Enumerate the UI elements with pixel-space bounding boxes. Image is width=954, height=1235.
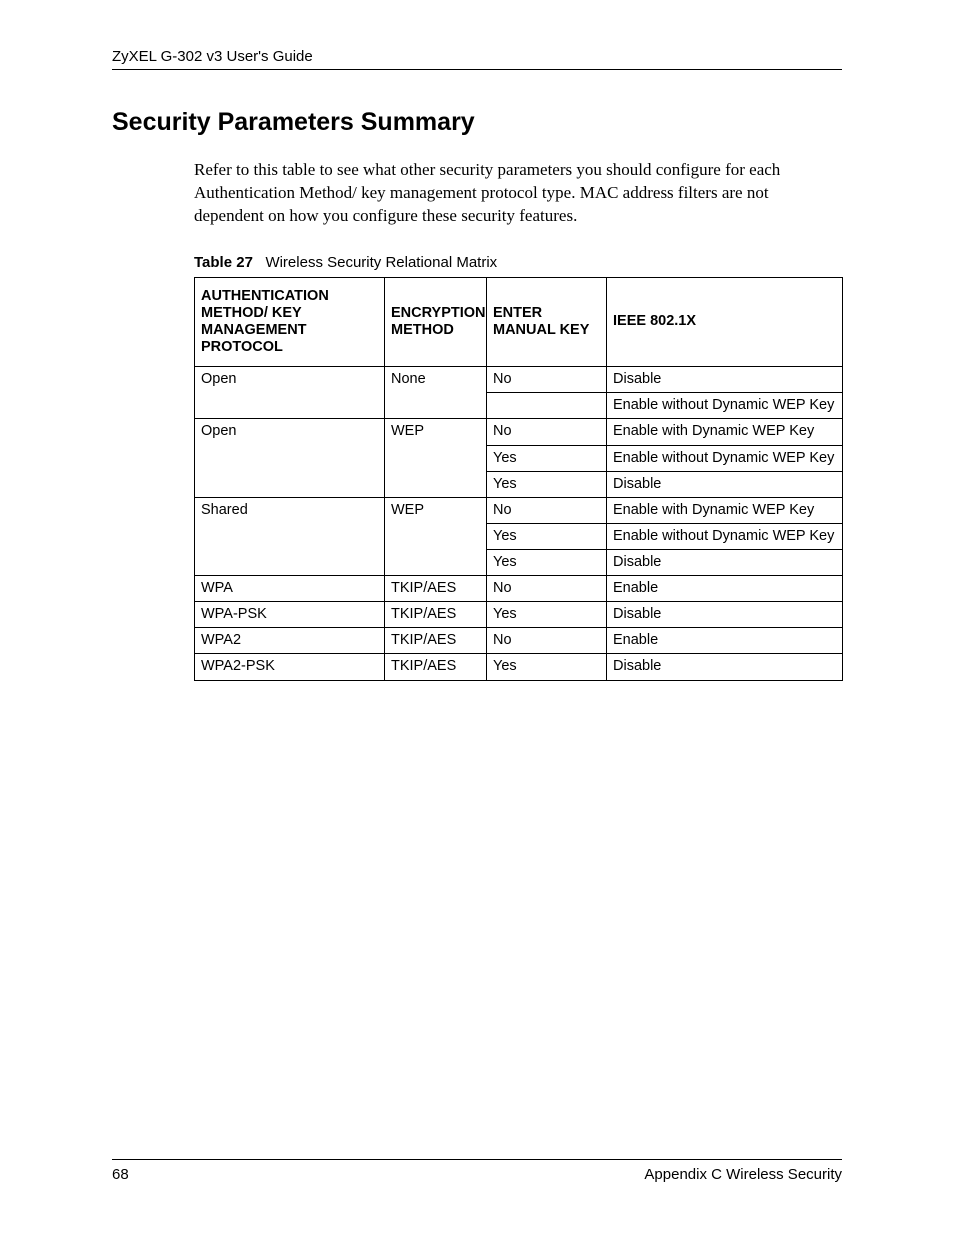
table-row: OpenNoneNoDisable — [195, 367, 843, 393]
th-ieee: IEEE 802.1X — [607, 277, 843, 366]
cell-ieee: Disable — [607, 367, 843, 393]
cell-ieee: Disable — [607, 654, 843, 680]
guide-title: ZyXEL G-302 v3 User's Guide — [112, 48, 313, 65]
cell-manual: Yes — [487, 523, 607, 549]
appendix-label: Appendix C Wireless Security — [644, 1166, 842, 1183]
cell-auth: Open — [195, 419, 385, 497]
table-row: WPA2-PSKTKIP/AESYesDisable — [195, 654, 843, 680]
cell-enc: TKIP/AES — [385, 576, 487, 602]
cell-enc: TKIP/AES — [385, 628, 487, 654]
cell-manual: Yes — [487, 550, 607, 576]
cell-ieee: Enable — [607, 576, 843, 602]
th-enc: ENCRYPTION METHOD — [385, 277, 487, 366]
cell-ieee: Disable — [607, 550, 843, 576]
cell-enc: TKIP/AES — [385, 602, 487, 628]
cell-auth: WPA2 — [195, 628, 385, 654]
table-row: WPA2TKIP/AESNoEnable — [195, 628, 843, 654]
table-caption: Table 27 Wireless Security Relational Ma… — [194, 254, 842, 271]
cell-manual: No — [487, 367, 607, 393]
cell-auth: Shared — [195, 497, 385, 575]
table-caption-text: Wireless Security Relational Matrix — [265, 254, 497, 271]
cell-manual: Yes — [487, 654, 607, 680]
table-row: WPA-PSKTKIP/AESYesDisable — [195, 602, 843, 628]
cell-ieee: Enable without Dynamic WEP Key — [607, 523, 843, 549]
cell-ieee: Enable — [607, 628, 843, 654]
cell-auth: WPA — [195, 576, 385, 602]
cell-manual: No — [487, 628, 607, 654]
cell-manual: No — [487, 497, 607, 523]
page-footer: 68 Appendix C Wireless Security — [112, 1159, 842, 1183]
cell-enc: WEP — [385, 497, 487, 575]
page-header: ZyXEL G-302 v3 User's Guide — [112, 48, 842, 70]
cell-ieee: Enable without Dynamic WEP Key — [607, 393, 843, 419]
cell-ieee: Disable — [607, 471, 843, 497]
cell-manual: Yes — [487, 602, 607, 628]
document-page: ZyXEL G-302 v3 User's Guide Security Par… — [0, 0, 954, 1235]
th-auth: AUTHENTICATION METHOD/ KEY MANAGEMENT PR… — [195, 277, 385, 366]
cell-ieee: Enable without Dynamic WEP Key — [607, 445, 843, 471]
table-header-row: AUTHENTICATION METHOD/ KEY MANAGEMENT PR… — [195, 277, 843, 366]
cell-manual: No — [487, 576, 607, 602]
cell-manual: No — [487, 419, 607, 445]
cell-manual: Yes — [487, 445, 607, 471]
intro-paragraph: Refer to this table to see what other se… — [194, 159, 842, 228]
cell-manual: Yes — [487, 471, 607, 497]
page-number: 68 — [112, 1166, 129, 1183]
table-row: WPATKIP/AESNoEnable — [195, 576, 843, 602]
table-row: SharedWEPNoEnable with Dynamic WEP Key — [195, 497, 843, 523]
cell-ieee: Disable — [607, 602, 843, 628]
table-caption-label: Table 27 — [194, 254, 253, 271]
section-heading: Security Parameters Summary — [112, 108, 842, 137]
cell-enc: None — [385, 367, 487, 419]
cell-auth: WPA-PSK — [195, 602, 385, 628]
table-row: OpenWEPNoEnable with Dynamic WEP Key — [195, 419, 843, 445]
cell-auth: Open — [195, 367, 385, 419]
th-manual: ENTER MANUAL KEY — [487, 277, 607, 366]
cell-auth: WPA2-PSK — [195, 654, 385, 680]
cell-enc: WEP — [385, 419, 487, 497]
cell-enc: TKIP/AES — [385, 654, 487, 680]
security-matrix-table: AUTHENTICATION METHOD/ KEY MANAGEMENT PR… — [194, 277, 843, 681]
cell-ieee: Enable with Dynamic WEP Key — [607, 497, 843, 523]
cell-ieee: Enable with Dynamic WEP Key — [607, 419, 843, 445]
cell-manual — [487, 393, 607, 419]
